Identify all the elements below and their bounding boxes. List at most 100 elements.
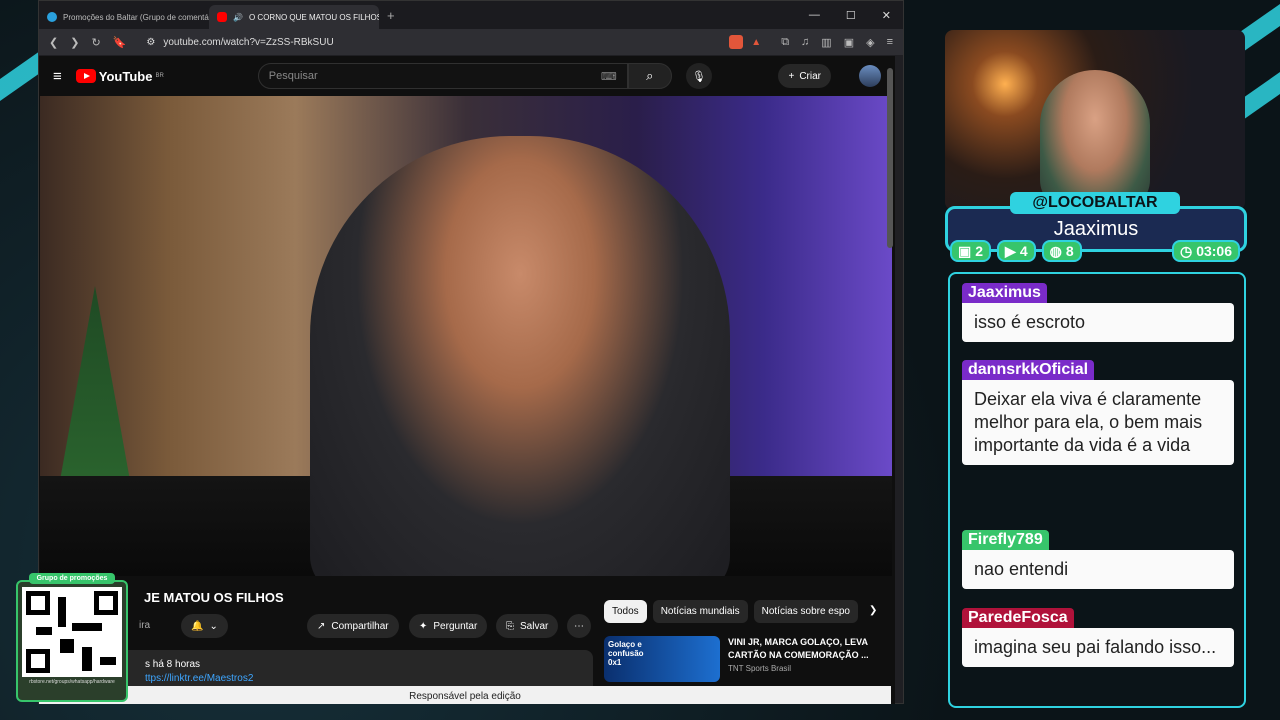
- ask-label: Perguntar: [433, 620, 478, 632]
- share-icon: ↗: [317, 620, 326, 632]
- search-icon: ⌕: [646, 68, 654, 83]
- bookmark-icon: ⎘: [506, 620, 514, 632]
- qr-module: [58, 597, 66, 627]
- share-label: Compartilhar: [331, 620, 389, 632]
- telegram-icon: [47, 12, 57, 22]
- bookmark-icon[interactable]: 🔖: [113, 36, 127, 49]
- qr-module: [82, 647, 92, 671]
- kick-count: ◍ 8: [1041, 240, 1082, 262]
- tab-promocoes[interactable]: Promoções do Baltar (Grupo de comentário…: [39, 5, 209, 29]
- description-time: s há 8 horas: [145, 659, 201, 670]
- chat-username: Firefly789: [962, 530, 1049, 550]
- recommended-thumbnail[interactable]: Golaço e confusão 0x1: [604, 636, 720, 682]
- youtube-logo[interactable]: YouTube BR: [75, 68, 164, 84]
- youtube-count: ▶ 4: [997, 240, 1036, 262]
- save-label: Salvar: [520, 620, 549, 632]
- scrollbar[interactable]: [887, 68, 893, 248]
- hamburger-menu-icon[interactable]: ≡: [53, 68, 62, 85]
- qr-footer: rbstore.net/groups/whatsapp/hardware: [29, 679, 115, 685]
- video-player[interactable]: [40, 96, 892, 576]
- recommended-channel: TNT Sports Brasil: [728, 664, 791, 673]
- create-button[interactable]: + Criar: [778, 64, 831, 88]
- youtube-play-icon: [75, 69, 96, 83]
- vpn-icon[interactable]: ◈: [866, 36, 874, 49]
- chevron-down-icon: ⌄: [209, 620, 218, 632]
- search-button[interactable]: ⌕: [627, 63, 672, 89]
- chat-message: Firefly789 nao entendi: [962, 530, 1234, 589]
- youtube-value: 4: [1019, 243, 1028, 259]
- site-info-icon[interactable]: ⚙: [146, 37, 155, 48]
- recommended-video[interactable]: Golaço e confusão 0x1 VINI JR, MARCA GOL…: [604, 636, 894, 682]
- brave-shield-icon[interactable]: [729, 35, 744, 49]
- chat-username: Jaaximus: [962, 283, 1047, 303]
- nav-bar: ❮ ❯ ↻ 🔖 ⚙ youtube.com/watch?v=ZzSS-RBkSU…: [39, 29, 903, 55]
- menu-icon[interactable]: ≡: [887, 36, 893, 48]
- description-link[interactable]: ttps://linktr.ee/Maestros2: [145, 672, 567, 686]
- recommended-title: VINI JR, MARCA GOLAÇO, LEVA CARTÃO NA CO…: [728, 637, 869, 660]
- youtube-header: ≡ YouTube BR Pesquisar ⌨ ⌕ 🎙 + Criar: [39, 56, 895, 96]
- new-tab-button[interactable]: +: [387, 8, 395, 23]
- chip-noticias-mundiais[interactable]: Notícias mundiais: [652, 600, 748, 623]
- chip-noticias-esportes[interactable]: Notícias sobre espo: [753, 600, 858, 623]
- more-actions-button[interactable]: ⋯: [567, 614, 591, 638]
- wallet-icon[interactable]: ▣: [844, 36, 854, 49]
- qr-module: [72, 623, 102, 631]
- chat-username: ParedeFosca: [962, 608, 1074, 628]
- chat-message: dannsrkkOficial Deixar ela viva é claram…: [962, 360, 1234, 465]
- voice-search-button[interactable]: 🎙: [685, 63, 712, 89]
- qr-promo-card: Grupo de promoções rbstore.net/groups/wh…: [16, 573, 128, 702]
- ask-button[interactable]: ✦ Perguntar: [409, 614, 488, 638]
- reload-button[interactable]: ↻: [91, 36, 100, 49]
- stream-timer: ◷ 03:06: [1171, 240, 1240, 262]
- keyboard-icon[interactable]: ⌨: [601, 70, 617, 83]
- current-chatter-name: Jaaximus: [1053, 218, 1139, 240]
- chat-text: nao entendi: [962, 550, 1234, 589]
- platform-stats: ▣ 2 ▶ 4 ◍ 8 ◷ 03:06: [950, 240, 1240, 262]
- chat-text: Deixar ela viva é claramente melhor para…: [962, 380, 1234, 465]
- logo-text: YouTube: [98, 68, 153, 84]
- back-button[interactable]: ❮: [49, 36, 58, 49]
- plus-icon: +: [788, 70, 795, 82]
- thumbnail-score: 0x1: [608, 658, 622, 667]
- kick-icon: ◍: [1049, 242, 1062, 259]
- chip-todos[interactable]: Todos: [604, 600, 647, 623]
- streamer: [1040, 70, 1150, 210]
- share-button[interactable]: ↗ Compartilhar: [307, 614, 399, 638]
- subscribe-bell-button[interactable]: 🔔 ⌄: [181, 614, 228, 638]
- search-input[interactable]: Pesquisar ⌨: [257, 63, 628, 89]
- chevron-right-icon[interactable]: ❯: [864, 600, 882, 623]
- chat-username: dannsrkkOficial: [962, 360, 1095, 380]
- youtube-page: ≡ YouTube BR Pesquisar ⌨ ⌕ 🎙 + Criar JE M…: [39, 56, 895, 704]
- thumbnail-text: Golaço e confusão: [608, 640, 644, 658]
- tab-youtube[interactable]: 🔊 O CORNO QUE MATOU OS FILHOS ✕: [209, 5, 379, 29]
- qr-finder: [26, 649, 50, 673]
- browser-window: Promoções do Baltar (Grupo de comentário…: [38, 0, 904, 704]
- twitch-icon: ▣: [958, 242, 972, 259]
- alert-icon[interactable]: ▲: [751, 37, 761, 48]
- qr-module: [36, 627, 52, 635]
- forward-button[interactable]: ❯: [70, 36, 79, 49]
- microphone-icon: 🎙: [691, 70, 706, 83]
- extensions-icon[interactable]: ⧉: [781, 36, 789, 49]
- music-icon[interactable]: ♫: [801, 36, 809, 48]
- twitch-count: ▣ 2: [950, 240, 992, 262]
- maximize-button[interactable]: ☐: [846, 9, 856, 22]
- address-bar[interactable]: ⚙ youtube.com/watch?v=ZzSS-RBkSUU ▲: [138, 32, 769, 52]
- close-window-button[interactable]: ✕: [882, 9, 891, 22]
- qr-module: [60, 639, 74, 653]
- avatar[interactable]: [859, 65, 881, 87]
- chat-text: isso é escroto: [962, 303, 1234, 342]
- qr-code: [22, 587, 122, 677]
- region-label: BR: [155, 73, 164, 79]
- tab-label: Promoções do Baltar (Grupo de comentário…: [63, 12, 209, 22]
- video-title: JE MATOU OS FILHOS: [144, 590, 284, 605]
- chat-text: imagina seu pai falando isso...: [962, 628, 1234, 667]
- kick-value: 8: [1065, 243, 1074, 259]
- channel-name[interactable]: ira: [139, 620, 150, 631]
- sidebar-icon[interactable]: ▥: [821, 36, 831, 49]
- save-button[interactable]: ⎘ Salvar: [496, 614, 559, 638]
- url-text: youtube.com/watch?v=ZzSS-RBkSUU: [163, 36, 334, 48]
- clock-icon: ◷: [1179, 242, 1193, 259]
- minimize-button[interactable]: —: [809, 9, 820, 22]
- sparkle-icon: ✦: [419, 620, 428, 632]
